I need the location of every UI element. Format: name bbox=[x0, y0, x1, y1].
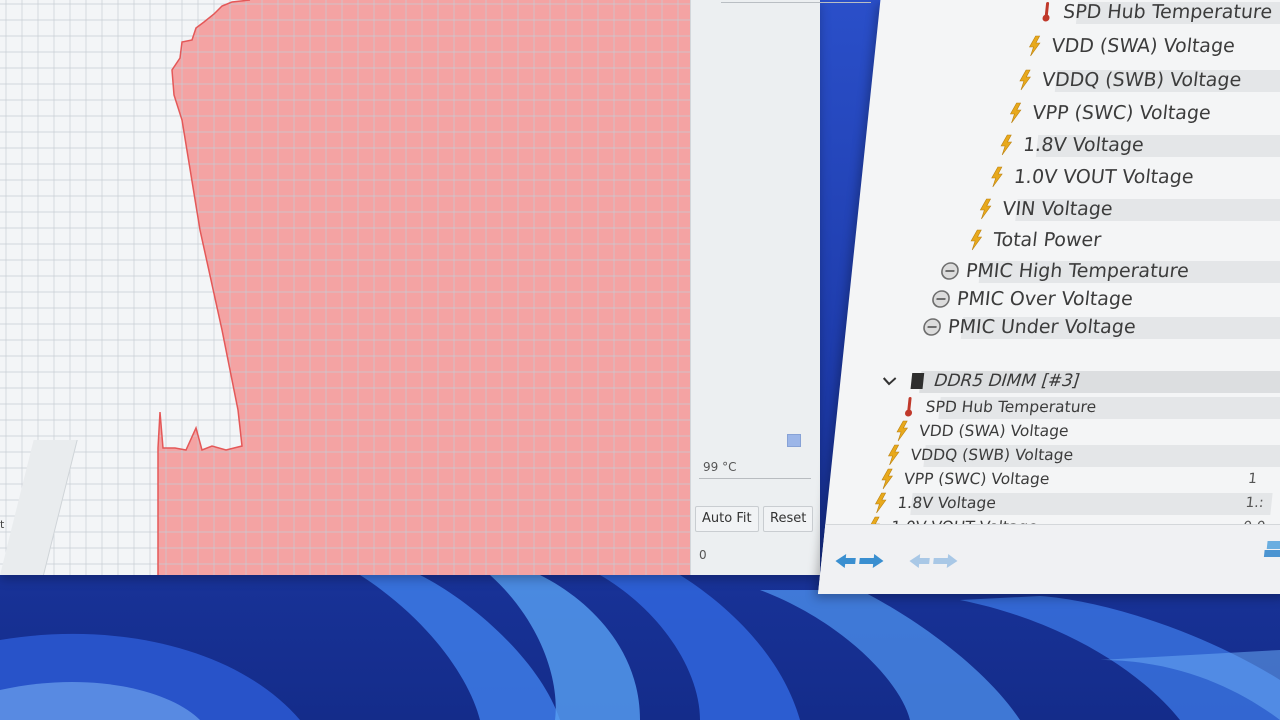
sensor-label: VDD (SWA) Voltage bbox=[918, 422, 1070, 440]
chevron-down-icon[interactable] bbox=[879, 370, 899, 392]
sensor-label: Total Power bbox=[992, 229, 1103, 251]
auto-fit-button[interactable]: Auto Fit bbox=[695, 506, 759, 532]
sensor-row[interactable]: PMIC Over Voltage bbox=[930, 287, 1134, 311]
sensor-row[interactable]: Total Power bbox=[966, 228, 1102, 252]
sensor-label: 1.8V Voltage bbox=[1022, 134, 1145, 156]
scale-max-label: 99 °C bbox=[703, 460, 737, 474]
status-circle-icon bbox=[939, 260, 959, 282]
sensor-label: SPD Hub Temperature bbox=[1062, 1, 1274, 23]
sensor-row[interactable]: VPP (SWC) Voltage bbox=[1005, 101, 1212, 125]
lightning-icon bbox=[966, 229, 986, 251]
sensor-label: 1.0V VOUT Voltage bbox=[1012, 166, 1195, 188]
sensor-row[interactable]: 1.8V Voltage bbox=[996, 133, 1280, 157]
graph-plot-area[interactable] bbox=[0, 0, 712, 575]
nav-swap-inactive-icon[interactable] bbox=[909, 554, 958, 568]
series-color-swatch[interactable] bbox=[787, 434, 801, 447]
sensor-label: PMIC Under Voltage bbox=[946, 316, 1137, 338]
graph-edge-label: t bbox=[0, 518, 5, 531]
dimm-header-label: DDR5 DIMM [#3] bbox=[933, 371, 1081, 391]
status-circle-icon bbox=[921, 316, 941, 338]
sensor-row[interactable]: VDD (SWA) Voltage bbox=[892, 419, 1070, 443]
dimm-group-header[interactable]: DDR5 DIMM [#3] bbox=[879, 369, 1280, 393]
sensor-label: VDDQ (SWB) Voltage bbox=[1040, 69, 1243, 91]
status-circle-icon bbox=[930, 288, 950, 310]
sensor-row[interactable]: VIN Voltage bbox=[975, 197, 1280, 221]
sensor-row[interactable]: VPP (SWC) Voltage 1 bbox=[877, 467, 1258, 491]
graph-plot-svg bbox=[0, 0, 712, 575]
sensor-list-window: SPD Hub Temperature VDD (SWA) Voltage VDDQ… bbox=[818, 0, 1280, 594]
sensor-label: VDD (SWA) Voltage bbox=[1050, 35, 1237, 57]
lightning-icon bbox=[864, 516, 884, 524]
nav-swap-active-icon[interactable] bbox=[835, 554, 884, 568]
sensor-toolbar bbox=[818, 524, 1280, 594]
thermometer-icon bbox=[1036, 1, 1056, 23]
reset-button[interactable]: Reset bbox=[763, 506, 814, 532]
lightning-icon bbox=[1024, 35, 1044, 57]
lightning-icon bbox=[883, 444, 903, 466]
sensor-graph-window: t 99 °C Auto Fit Reset 0 bbox=[0, 0, 871, 575]
network-icon[interactable] bbox=[1261, 537, 1280, 561]
lightning-icon bbox=[987, 166, 1007, 188]
lightning-icon bbox=[892, 420, 912, 442]
memory-chip-icon bbox=[907, 370, 927, 392]
sensor-row[interactable]: VDD (SWA) Voltage bbox=[1024, 34, 1236, 58]
lightning-icon bbox=[1005, 102, 1025, 124]
scale-divider bbox=[699, 478, 811, 479]
lightning-icon bbox=[877, 468, 897, 490]
sensor-value: 1.: bbox=[1244, 495, 1265, 511]
sensor-label: 1.0V VOUT Voltage bbox=[890, 518, 1038, 524]
sensor-row[interactable]: PMIC High Temperature bbox=[939, 259, 1280, 283]
sensor-label: VPP (SWC) Voltage bbox=[1031, 102, 1212, 124]
sensor-row[interactable]: 1.0V VOUT Voltage 0.0 bbox=[864, 515, 1266, 524]
panel-divider bbox=[721, 2, 871, 3]
sensor-row[interactable]: SPD Hub Temperature bbox=[898, 395, 1280, 419]
sensor-label: VIN Voltage bbox=[1001, 198, 1114, 220]
sensor-label: SPD Hub Temperature bbox=[924, 398, 1098, 416]
graph-scale-panel: 99 °C Auto Fit Reset 0 bbox=[690, 0, 871, 575]
lightning-icon bbox=[1015, 69, 1035, 91]
sensor-row[interactable]: 1.8V Voltage 1.: bbox=[870, 491, 1273, 515]
thermometer-icon bbox=[898, 396, 918, 418]
sensor-value: 0.0 bbox=[1242, 519, 1266, 524]
scale-min-label: 0 bbox=[699, 548, 707, 562]
sensor-row[interactable]: 1.0V VOUT Voltage bbox=[987, 165, 1195, 189]
sensor-row[interactable]: VDDQ (SWB) Voltage bbox=[1015, 68, 1280, 92]
lightning-icon bbox=[975, 198, 995, 220]
sensor-label: PMIC High Temperature bbox=[964, 260, 1190, 282]
sensor-value: 1 bbox=[1247, 471, 1258, 487]
lightning-icon bbox=[996, 134, 1016, 156]
sensor-label: VDDQ (SWB) Voltage bbox=[909, 446, 1075, 464]
sensor-label: PMIC Over Voltage bbox=[955, 288, 1134, 310]
lightning-icon bbox=[870, 492, 890, 514]
sensor-row[interactable]: PMIC Under Voltage bbox=[921, 315, 1280, 339]
sensor-row[interactable]: VDDQ (SWB) Voltage bbox=[883, 443, 1280, 467]
sensor-row[interactable]: SPD Hub Temperature bbox=[1036, 0, 1280, 24]
sensor-tree[interactable]: SPD Hub Temperature VDD (SWA) Voltage VDDQ… bbox=[825, 0, 1280, 524]
temperature-fill-area bbox=[158, 0, 712, 575]
sensor-label: VPP (SWC) Voltage bbox=[903, 470, 1051, 488]
nav-arrows bbox=[835, 554, 958, 568]
sensor-label: 1.8V Voltage bbox=[896, 494, 997, 512]
